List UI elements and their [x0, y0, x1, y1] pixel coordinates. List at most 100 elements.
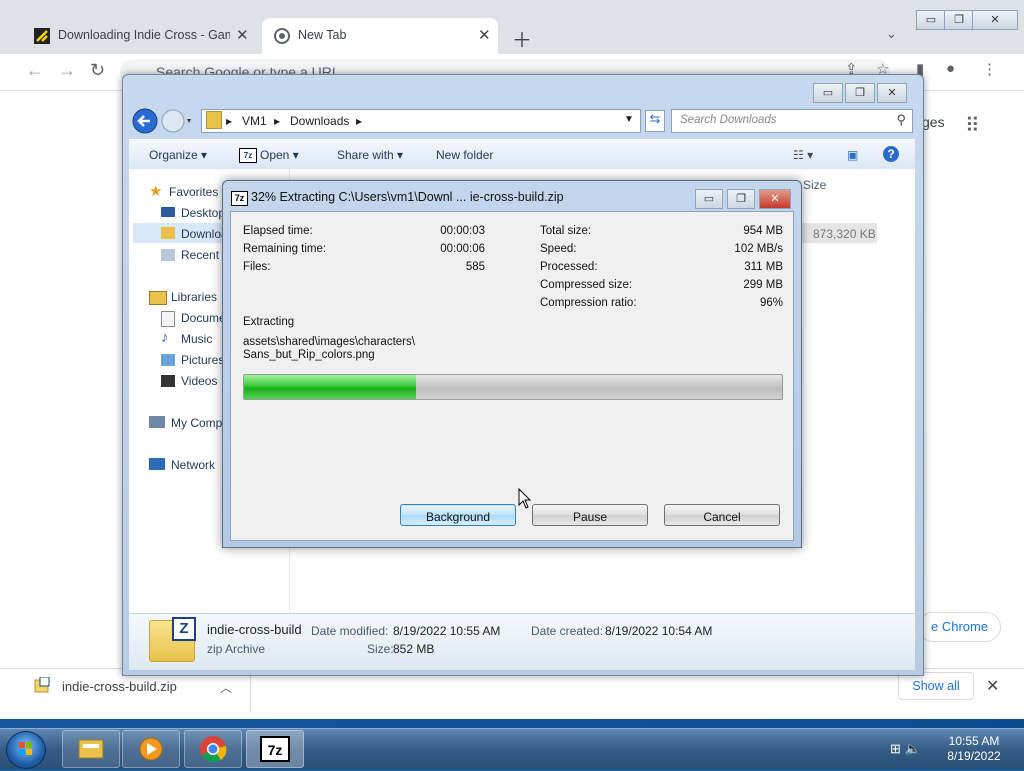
taskbar-chrome[interactable]	[184, 730, 242, 768]
details-size-value: 852 MB	[393, 642, 435, 656]
breadcrumb-downloads[interactable]: Downloads	[290, 114, 349, 128]
share-with-label: Share with	[337, 148, 394, 162]
desktop-icon	[161, 207, 175, 217]
windows-explorer-icon	[78, 739, 104, 759]
customize-chrome-button[interactable]: e Chrome	[918, 612, 1002, 642]
background-button[interactable]: Background	[400, 504, 516, 526]
close-icon[interactable]: ✕	[986, 676, 999, 696]
taskbar-explorer[interactable]	[62, 730, 120, 768]
apps-grid-icon[interactable]: ⠿	[965, 113, 981, 138]
clock[interactable]: 10:55 AM 8/19/2022	[940, 734, 1008, 764]
preview-pane-icon[interactable]: ▣	[847, 148, 858, 162]
details-modified-label: Date modified:	[311, 624, 389, 638]
pause-button[interactable]: Pause	[532, 504, 648, 526]
music-icon: ♪	[161, 329, 169, 346]
minimize-button[interactable]: ▭	[813, 83, 843, 103]
clock-time: 10:55 AM	[948, 734, 1000, 748]
nav-videos[interactable]: Videos	[181, 374, 225, 388]
nav-recent-places[interactable]: Recent Places	[181, 248, 225, 262]
address-bar[interactable]: ▸ VM1 ▸ Downloads ▸ ▼	[201, 109, 641, 133]
show-all-button[interactable]: Show all	[898, 672, 974, 700]
compressed-size-value: 299 MB	[743, 279, 783, 291]
organize-label: Organize	[149, 148, 198, 162]
elapsed-time-label: Elapsed time:	[243, 225, 313, 237]
gamebanana-icon	[34, 28, 50, 44]
tab-new-tab[interactable]: New Tab ✕	[262, 18, 498, 54]
menu-kebab-icon[interactable]: ⋮	[982, 60, 997, 78]
tab-title: Downloading Indie Cross - Game	[58, 28, 230, 42]
maximize-button[interactable]: ❐	[727, 189, 755, 209]
nav-downloads[interactable]: Downloads	[181, 227, 225, 241]
libraries-icon	[149, 291, 167, 305]
processed-label: Processed:	[540, 261, 598, 273]
7zip-icon: 7z	[231, 191, 248, 206]
close-button[interactable]: ✕	[759, 189, 791, 209]
folder-icon	[161, 227, 175, 239]
compressed-size-label: Compressed size:	[540, 279, 633, 291]
taskbar-media-player[interactable]	[122, 730, 180, 768]
breadcrumb-arrow-icon: ▸	[274, 114, 281, 128]
minimize-button[interactable]: ▭	[916, 10, 946, 30]
column-header-size[interactable]: Size	[803, 178, 826, 192]
refresh-icon[interactable]: ⇆	[645, 110, 665, 132]
chevron-down-icon[interactable]: ⌄	[886, 26, 897, 42]
organize-button[interactable]: Organize ▾	[149, 148, 207, 162]
details-file-name: indie-cross-build	[207, 622, 302, 637]
files-label: Files:	[243, 261, 271, 273]
total-size-label: Total size:	[540, 225, 592, 237]
window-controls: ▭ ❐ ✕	[813, 83, 917, 103]
close-icon[interactable]: ✕	[478, 26, 491, 44]
dialog-title: 32% Extracting C:\Users\vm1\Downl ... ie…	[251, 190, 564, 204]
new-folder-button[interactable]: New folder	[436, 148, 493, 162]
google-apps-partial-label[interactable]: ges	[922, 114, 945, 130]
nav-my-computer[interactable]: My Computer	[171, 416, 223, 430]
reload-icon[interactable]: ↻	[90, 60, 105, 81]
clock-date: 8/19/2022	[947, 749, 1001, 763]
network-tray-icon[interactable]: ⊞	[890, 741, 901, 756]
start-button[interactable]	[6, 731, 46, 769]
back-arrow-icon[interactable]: ←	[26, 60, 44, 81]
close-button[interactable]: ✕	[877, 83, 907, 103]
nav-documents[interactable]: Documents	[181, 311, 225, 325]
network-icon	[149, 458, 165, 470]
details-modified-value: 8/19/2022 10:55 AM	[393, 624, 501, 638]
tab-downloading-indie-cross[interactable]: Downloading Indie Cross - Game ✕	[22, 18, 258, 54]
taskbar-7zip[interactable]: 7z	[246, 730, 304, 768]
breadcrumb-vm1[interactable]: VM1	[242, 114, 267, 128]
download-item-name[interactable]: indie-cross-build.zip	[62, 679, 177, 694]
close-icon[interactable]: ✕	[236, 26, 249, 44]
view-options-icon[interactable]: ☷ ▾	[793, 148, 813, 162]
svg-text:7z: 7z	[268, 742, 283, 758]
share-with-button[interactable]: Share with ▾	[337, 148, 403, 162]
new-tab-button[interactable]: ＋	[512, 24, 532, 53]
open-button[interactable]: Open ▾	[260, 148, 299, 162]
file-size-cell[interactable]: 873,320 KB	[813, 227, 876, 241]
forward-arrow-icon[interactable]: →	[58, 60, 76, 81]
nav-music[interactable]: Music	[181, 332, 225, 346]
maximize-button[interactable]: ❐	[845, 83, 875, 103]
compression-ratio-value: 96%	[759, 297, 783, 309]
window-controls: ▭ ❐ ✕	[916, 10, 1022, 30]
maximize-button[interactable]: ❐	[944, 10, 974, 30]
progress-bar	[243, 374, 783, 400]
chevron-up-icon[interactable]: ︿	[220, 679, 232, 696]
dialog-body: Elapsed time: 00:00:03 Remaining time: 0…	[230, 211, 794, 541]
files-value: 585	[465, 261, 485, 273]
minimize-button[interactable]: ▭	[695, 189, 723, 209]
chevron-down-icon[interactable]: ▼	[624, 114, 634, 125]
back-forward-buttons[interactable]	[131, 107, 193, 135]
help-icon[interactable]: ?	[883, 146, 899, 162]
nav-desktop[interactable]: Desktop	[181, 206, 225, 220]
cancel-button[interactable]: Cancel	[664, 504, 780, 526]
search-input[interactable]: Search Downloads ⚲	[671, 109, 913, 133]
star-icon: ★	[149, 183, 163, 200]
tray-icons[interactable]: ⊞ 🔈	[890, 741, 921, 757]
speed-value: 102 MB/s	[734, 243, 783, 255]
volume-icon[interactable]: 🔈	[905, 741, 921, 756]
close-button[interactable]: ✕	[972, 10, 1018, 30]
profile-avatar-icon[interactable]: ●	[946, 60, 955, 77]
7zip-logo-icon: Z	[172, 617, 196, 641]
details-pane: Z indie-cross-build zip Archive Date mod…	[129, 613, 915, 670]
nav-pictures[interactable]: Pictures	[181, 353, 225, 367]
windows-logo-icon	[19, 742, 32, 755]
